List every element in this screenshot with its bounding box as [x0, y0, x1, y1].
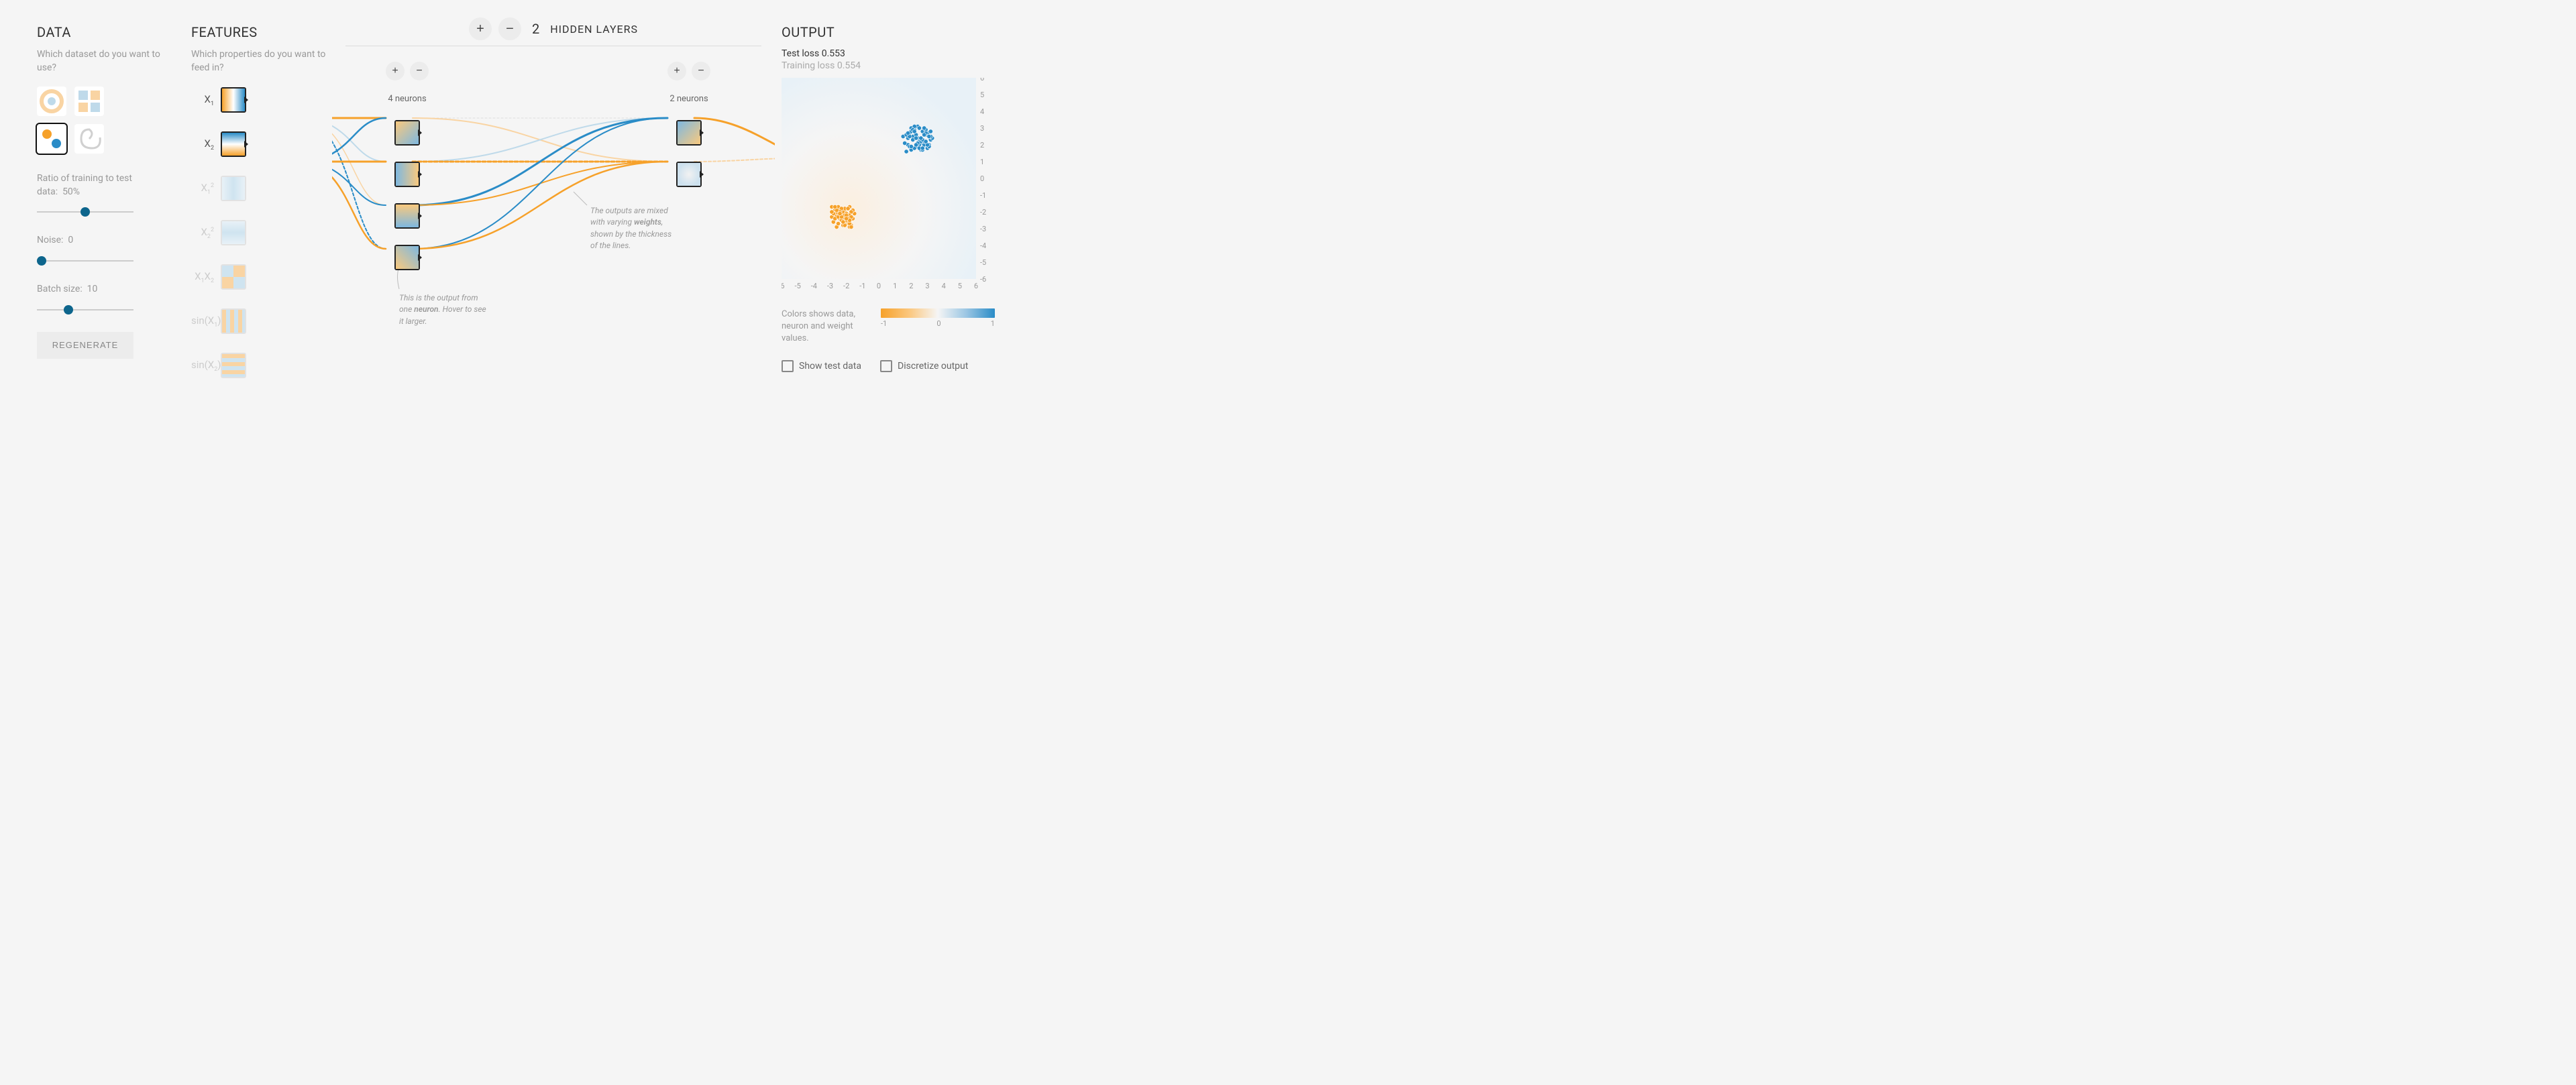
train-loss: Training loss 0.554 [782, 60, 1010, 71]
hidden-layer-controls: + − 2 HIDDEN LAYERS [469, 17, 638, 40]
legend-text: Colors shows data, neuron and weight val… [782, 308, 869, 345]
color-legend: -1 0 1 [881, 308, 995, 328]
layer1-neuron-1[interactable] [394, 120, 420, 146]
show-test-data-checkbox[interactable]: Show test data [782, 360, 861, 372]
dataset-circle[interactable] [37, 87, 66, 116]
svg-text:2: 2 [909, 282, 913, 290]
features-column: FEATURES Which properties do you want to… [191, 24, 332, 420]
output-chart: -6 -5 -4 -3 -2 -1 0 1 2 3 4 5 6 -6 -5 -4 -3 -2 -1 0 1 2 3 4 5 6 [782, 78, 996, 292]
svg-text:5: 5 [958, 282, 962, 290]
feature-label-x1x2: X1X2 [191, 270, 214, 284]
layer1-remove-neuron-button[interactable]: − [410, 62, 429, 80]
feature-neuron-sinx1[interactable] [221, 308, 246, 334]
feature-neuron-x1sq[interactable] [221, 176, 246, 201]
feature-sinx2: sin(X2) [191, 352, 332, 379]
features-subhead: Which properties do you want to feed in? [191, 48, 332, 74]
layer1-neuron-count: 4 neurons [388, 94, 426, 104]
features-title: FEATURES [191, 24, 332, 40]
feature-x2: X2 [191, 131, 332, 158]
regenerate-button[interactable]: REGENERATE [37, 332, 133, 359]
feature-label-x1: X1 [191, 93, 214, 107]
ratio-slider[interactable] [37, 211, 133, 213]
dataset-xor[interactable] [74, 87, 104, 116]
feature-neuron-x1x2[interactable] [221, 264, 246, 290]
batch-slider[interactable] [37, 309, 133, 310]
dataset-grid [37, 87, 171, 154]
feature-x1sq: X12 [191, 175, 332, 202]
feature-label-x1sq: X12 [191, 182, 214, 196]
discretize-checkbox[interactable]: Discretize output [880, 360, 968, 372]
svg-text:6: 6 [980, 78, 984, 82]
svg-text:3: 3 [980, 124, 984, 133]
svg-text:4: 4 [942, 282, 946, 290]
noise-label: Noise: 0 [37, 234, 171, 247]
feature-x1: X1 [191, 87, 332, 113]
svg-text:3: 3 [925, 282, 929, 290]
add-layer-button[interactable]: + [469, 17, 492, 40]
svg-text:2: 2 [980, 141, 984, 150]
layer1-neuron-4[interactable] [394, 245, 420, 270]
output-column: OUTPUT Test loss 0.553 Training loss 0.5… [782, 24, 1010, 420]
feature-label-x2: X2 [191, 137, 214, 152]
svg-text:-3: -3 [980, 225, 986, 233]
data-title: DATA [37, 24, 171, 40]
dataset-spiral[interactable] [74, 124, 104, 154]
feature-neuron-x2sq[interactable] [221, 220, 246, 245]
svg-text:0: 0 [877, 282, 881, 290]
ratio-label: Ratio of training to test data: 50% [37, 172, 171, 198]
layer1-add-neuron-button[interactable]: + [386, 62, 405, 80]
remove-layer-button[interactable]: − [498, 17, 521, 40]
svg-text:-1: -1 [859, 282, 865, 290]
network-column: + − 2 HIDDEN LAYERS [332, 24, 775, 420]
dataset-gaussian[interactable] [37, 124, 66, 154]
neuron-annotation: This is the output from one neuron. Hove… [399, 292, 486, 327]
batch-label: Batch size: 10 [37, 283, 171, 296]
svg-text:-2: -2 [843, 282, 849, 290]
svg-text:6: 6 [974, 282, 978, 290]
weights-annotation: The outputs are mixed with varying weigh… [590, 205, 678, 252]
noise-slider[interactable] [37, 260, 133, 262]
hidden-layer-count: 2 [532, 21, 539, 37]
layer2-add-neuron-button[interactable]: + [667, 62, 686, 80]
svg-text:-2: -2 [980, 208, 986, 217]
feature-label-sinx2: sin(X2) [191, 359, 214, 373]
svg-text:-4: -4 [980, 241, 986, 250]
svg-text:-6: -6 [980, 275, 986, 284]
svg-text:0: 0 [980, 174, 984, 183]
hidden-layer-label: HIDDEN LAYERS [550, 23, 638, 36]
output-title: OUTPUT [782, 24, 1010, 40]
svg-text:-5: -5 [980, 258, 986, 267]
svg-text:-4: -4 [811, 282, 817, 290]
svg-text:-6: -6 [782, 282, 785, 290]
layer1-neuron-2[interactable] [394, 162, 420, 187]
feature-neuron-x2[interactable] [221, 131, 246, 157]
layer2-remove-neuron-button[interactable]: − [692, 62, 710, 80]
layer2-neuron-1[interactable] [676, 120, 702, 146]
svg-text:-3: -3 [827, 282, 833, 290]
feature-x2sq: X22 [191, 219, 332, 246]
layer2-neuron-2[interactable] [676, 162, 702, 187]
layer2-neuron-count: 2 neurons [669, 94, 708, 104]
hidden-layer-1: + − 4 neurons [386, 62, 429, 274]
data-column: DATA Which dataset do you want to use? [37, 24, 171, 420]
test-loss: Test loss 0.553 [782, 48, 1010, 59]
hidden-layer-2: + − 2 neurons [667, 62, 710, 191]
svg-text:-1: -1 [980, 191, 986, 200]
svg-text:-5: -5 [795, 282, 801, 290]
svg-text:4: 4 [980, 107, 984, 116]
feature-x1x2: X1X2 [191, 264, 332, 290]
feature-neuron-x1[interactable] [221, 87, 246, 113]
svg-text:1: 1 [893, 282, 897, 290]
svg-text:5: 5 [980, 91, 984, 99]
feature-sinx1: sin(X1) [191, 308, 332, 335]
layer1-neuron-3[interactable] [394, 203, 420, 229]
svg-text:1: 1 [980, 158, 984, 166]
feature-label-x2sq: X22 [191, 226, 214, 240]
feature-neuron-sinx2[interactable] [221, 353, 246, 378]
feature-label-sinx1: sin(X1) [191, 315, 214, 329]
data-subhead: Which dataset do you want to use? [37, 48, 171, 74]
